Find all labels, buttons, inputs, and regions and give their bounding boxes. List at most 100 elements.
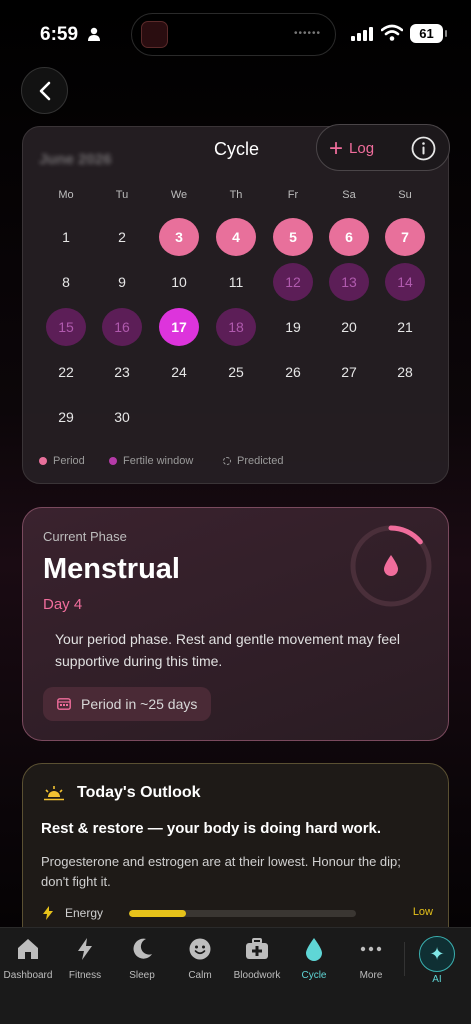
calendar-day[interactable]: 19	[273, 308, 313, 346]
phase-progress-ring	[350, 525, 432, 607]
calendar-day[interactable]: 27	[329, 353, 369, 391]
home-icon	[18, 939, 38, 959]
more-icon	[360, 946, 382, 952]
legend-period-label: Period	[53, 455, 85, 467]
outlook-title: Today's Outlook	[77, 784, 201, 801]
status-time: 6:59	[40, 24, 79, 45]
battery-icon: 61	[410, 24, 447, 43]
calendar-day[interactable]: 10	[159, 263, 199, 301]
calendar-day[interactable]: 16	[102, 308, 142, 346]
calendar-day[interactable]: 5	[273, 218, 313, 256]
sunrise-icon	[44, 786, 64, 801]
calendar-day[interactable]: 8	[46, 263, 86, 301]
energy-label: Energy	[65, 906, 104, 920]
current-phase-card[interactable]: Current Phase Menstrual Day 4 Your perio…	[22, 507, 449, 741]
ai-button[interactable]: ✦	[419, 936, 455, 972]
tab-label: Sleep	[129, 970, 155, 981]
fertile-dot-icon	[109, 457, 117, 465]
calendar-day[interactable]: 1	[46, 218, 86, 256]
status-bar: 6:59 •••••• 61	[0, 0, 471, 70]
calendar-day[interactable]: 22	[46, 353, 86, 391]
calendar-day[interactable]: 4	[216, 218, 256, 256]
tab-more[interactable]: More	[341, 936, 401, 981]
energy-meter: Energy Low	[43, 904, 433, 922]
legend-predicted-label: Predicted	[237, 455, 284, 467]
weekday-label: We	[170, 189, 188, 201]
medkit-icon	[246, 938, 268, 959]
tab-sleep[interactable]: Sleep	[112, 936, 172, 981]
plus-icon: +	[329, 134, 344, 162]
island-indicator-icon: ••••••	[293, 28, 321, 39]
drop-icon	[384, 555, 398, 576]
calendar-day[interactable]: 13	[329, 263, 369, 301]
smile-icon	[189, 938, 211, 960]
tab-label: Bloodwork	[233, 970, 281, 981]
calendar-day[interactable]: 26	[273, 353, 313, 391]
log-button-label: Log	[349, 140, 375, 157]
tab-label: Fitness	[68, 970, 102, 981]
calendar-day[interactable]: 25	[216, 353, 256, 391]
period-dot-icon	[39, 457, 47, 465]
log-button[interactable]: + Log	[329, 125, 374, 172]
info-icon[interactable]	[411, 136, 436, 161]
energy-bar-fill	[129, 910, 186, 917]
calendar-day[interactable]: 14	[385, 263, 425, 301]
sparkle-icon: ✦	[429, 943, 445, 964]
tab-divider	[404, 942, 405, 976]
calendar-day[interactable]: 15	[46, 308, 86, 346]
drop-icon	[306, 938, 322, 961]
outlook-headline: Rest & restore — your body is doing hard…	[41, 820, 382, 837]
tab-label: More	[359, 970, 383, 981]
moon-icon	[133, 938, 152, 959]
calendar-day[interactable]: 12	[273, 263, 313, 301]
energy-value: Low	[412, 906, 433, 918]
calendar-day[interactable]: 29	[46, 398, 86, 436]
tab-bloodwork[interactable]: Bloodwork	[227, 936, 287, 981]
calendar-day[interactable]: 18	[216, 308, 256, 346]
tab-calm[interactable]: Calm	[170, 936, 230, 981]
bolt-icon	[78, 938, 92, 960]
tab-label: Calm	[188, 970, 212, 981]
legend-fertile-label: Fertile window	[123, 455, 194, 467]
period-chip-label: Period in ~25 days	[81, 696, 198, 712]
signal-icon	[351, 27, 373, 41]
legend-fertile: Fertile window	[109, 455, 193, 467]
calendar-day[interactable]: 3	[159, 218, 199, 256]
calendar-day[interactable]: 2	[102, 218, 142, 256]
calendar-day[interactable]: 6	[329, 218, 369, 256]
period-countdown-chip: Period in ~25 days	[43, 687, 212, 721]
calendar-card: June 2026 Cycle Mo Tu We Th Fr Sa Su 123456789…	[22, 126, 449, 484]
energy-bar	[129, 910, 356, 917]
calendar-day[interactable]: 11	[216, 263, 256, 301]
calendar-day[interactable]: 30	[102, 398, 142, 436]
calendar-day[interactable]: 24	[159, 353, 199, 391]
weekday-label: Tu	[115, 189, 129, 201]
back-button[interactable]	[21, 67, 68, 114]
calendar-day[interactable]: 23	[102, 353, 142, 391]
tab-bar: Dashboard Fitness Sleep Calm Bloodwork C…	[0, 927, 471, 1024]
calendar-day[interactable]: 7	[385, 218, 425, 256]
wifi-icon	[381, 24, 403, 41]
weekday-label: Sa	[342, 189, 356, 201]
chevron-left-icon	[39, 81, 50, 100]
tab-label: Cycle	[301, 970, 327, 981]
calendar-day[interactable]: 28	[385, 353, 425, 391]
tab-cycle[interactable]: Cycle	[284, 936, 344, 981]
calendar-day[interactable]: 20	[329, 308, 369, 346]
outlook-header: Today's Outlook	[43, 784, 201, 802]
legend-predicted: Predicted	[223, 455, 283, 467]
predicted-dot-icon	[223, 457, 231, 465]
calendar-day-today[interactable]: 17	[159, 308, 199, 346]
phase-label: Current Phase	[43, 529, 127, 544]
calendar-day[interactable]: 21	[385, 308, 425, 346]
weekday-label: Th	[229, 189, 243, 201]
battery-level: 61	[419, 26, 434, 41]
calendar-day[interactable]: 9	[102, 263, 142, 301]
weekday-label: Fr	[287, 189, 299, 201]
tab-fitness[interactable]: Fitness	[55, 936, 115, 981]
tab-dashboard[interactable]: Dashboard	[0, 936, 58, 981]
bolt-icon	[43, 906, 53, 920]
ai-label: AI	[432, 974, 442, 985]
weekday-label: Su	[398, 189, 412, 201]
outlook-body: Progesterone and estrogen are at their l…	[41, 854, 401, 889]
